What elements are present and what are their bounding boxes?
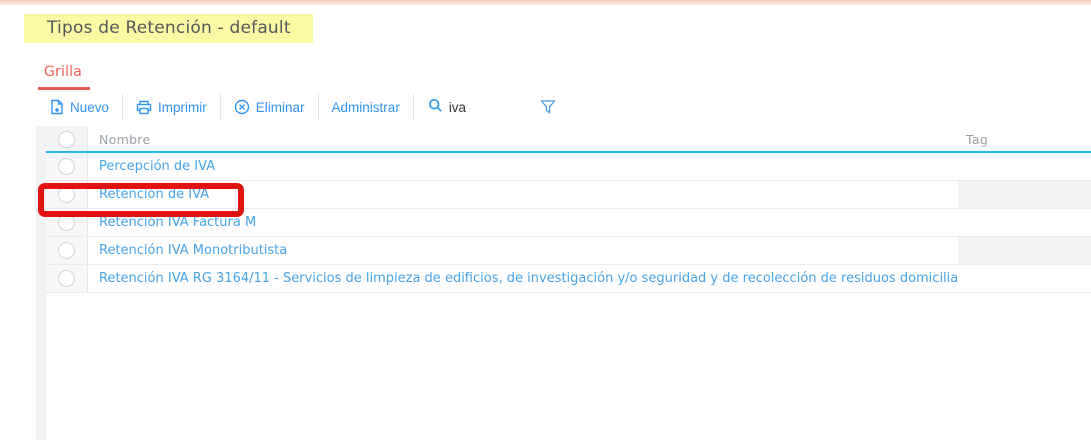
- print-button[interactable]: Imprimir: [123, 94, 220, 120]
- row-select-radio[interactable]: [58, 158, 75, 175]
- table-row[interactable]: Retención IVA RG 3164/11 - Servicios de …: [46, 265, 1091, 293]
- row-tag-cell: [958, 209, 1091, 236]
- row-tag-cell: [958, 237, 1091, 264]
- manage-button-label: Administrar: [331, 99, 400, 115]
- new-document-icon: [49, 99, 64, 115]
- column-header-tag-label: Tag: [966, 132, 989, 147]
- row-select-radio[interactable]: [58, 214, 75, 231]
- column-header-tag[interactable]: Tag: [958, 126, 1091, 153]
- search-box: [414, 94, 565, 120]
- row-name-link[interactable]: Retención IVA RG 3164/11 - Servicios de …: [99, 271, 958, 286]
- tab-grilla-label: Grilla: [44, 64, 83, 80]
- page-title: Tipos de Retención - default: [47, 18, 291, 38]
- grid-body: Percepción de IVA Retención de IVA Reten…: [46, 153, 1091, 293]
- app-window: Tipos de Retención - default Grilla Nuev…: [0, 0, 1091, 440]
- title-highlight: Tipos de Retención - default: [24, 14, 313, 43]
- filter-funnel-icon[interactable]: [535, 94, 561, 120]
- row-name-link[interactable]: Retención IVA Monotributista: [99, 243, 287, 258]
- delete-circle-icon: [234, 99, 250, 115]
- row-select-cell[interactable]: [46, 237, 88, 264]
- search-icon: [428, 98, 443, 116]
- row-select-cell[interactable]: [46, 265, 88, 292]
- toolbar: Nuevo Imprimir Eliminar Administrar iva: [36, 92, 565, 122]
- grid-header-row: Nombre Tag: [46, 126, 1091, 153]
- top-accent-bar: [0, 0, 1091, 5]
- new-button-label: Nuevo: [70, 99, 110, 115]
- table-row[interactable]: Retención IVA Monotributista: [46, 237, 1091, 265]
- row-tag-cell: [958, 153, 1091, 180]
- new-button[interactable]: Nuevo: [36, 94, 122, 120]
- row-tag-cell: [958, 265, 1091, 292]
- select-all-cell[interactable]: [46, 126, 88, 153]
- row-name-cell[interactable]: Percepción de IVA: [88, 153, 958, 180]
- row-tag-cell: [958, 181, 1091, 208]
- manage-button[interactable]: Administrar: [319, 94, 413, 120]
- select-all-radio[interactable]: [58, 131, 75, 148]
- row-select-radio[interactable]: [58, 270, 75, 287]
- page-title-wrap: Tipos de Retención - default: [24, 14, 313, 43]
- delete-button[interactable]: Eliminar: [221, 94, 318, 120]
- row-select-cell[interactable]: [46, 181, 88, 208]
- row-select-radio[interactable]: [58, 242, 75, 259]
- tab-grilla[interactable]: Grilla: [38, 61, 90, 90]
- row-name-link[interactable]: Retención IVA Factura M: [99, 215, 256, 230]
- row-select-cell[interactable]: [46, 153, 88, 180]
- row-name-cell[interactable]: Retención IVA Factura M: [88, 209, 958, 236]
- row-name-cell[interactable]: Retención IVA RG 3164/11 - Servicios de …: [88, 265, 958, 292]
- row-name-link[interactable]: Percepción de IVA: [99, 159, 215, 174]
- column-header-nombre-label: Nombre: [99, 132, 151, 147]
- delete-button-label: Eliminar: [255, 99, 305, 115]
- print-button-label: Imprimir: [158, 99, 207, 115]
- table-row[interactable]: Percepción de IVA: [46, 153, 1091, 181]
- search-input[interactable]: [448, 99, 501, 115]
- printer-icon: [136, 100, 152, 115]
- column-header-nombre[interactable]: Nombre: [88, 126, 958, 153]
- grid-left-gutter: [36, 126, 46, 440]
- row-name-cell[interactable]: Retención de IVA: [88, 181, 958, 208]
- row-name-link[interactable]: Retención de IVA: [99, 187, 209, 202]
- table-row[interactable]: Retención IVA Factura M: [46, 209, 1091, 237]
- row-select-radio[interactable]: [58, 186, 75, 203]
- row-select-cell[interactable]: [46, 209, 88, 236]
- table-row[interactable]: Retención de IVA: [46, 181, 1091, 209]
- row-name-cell[interactable]: Retención IVA Monotributista: [88, 237, 958, 264]
